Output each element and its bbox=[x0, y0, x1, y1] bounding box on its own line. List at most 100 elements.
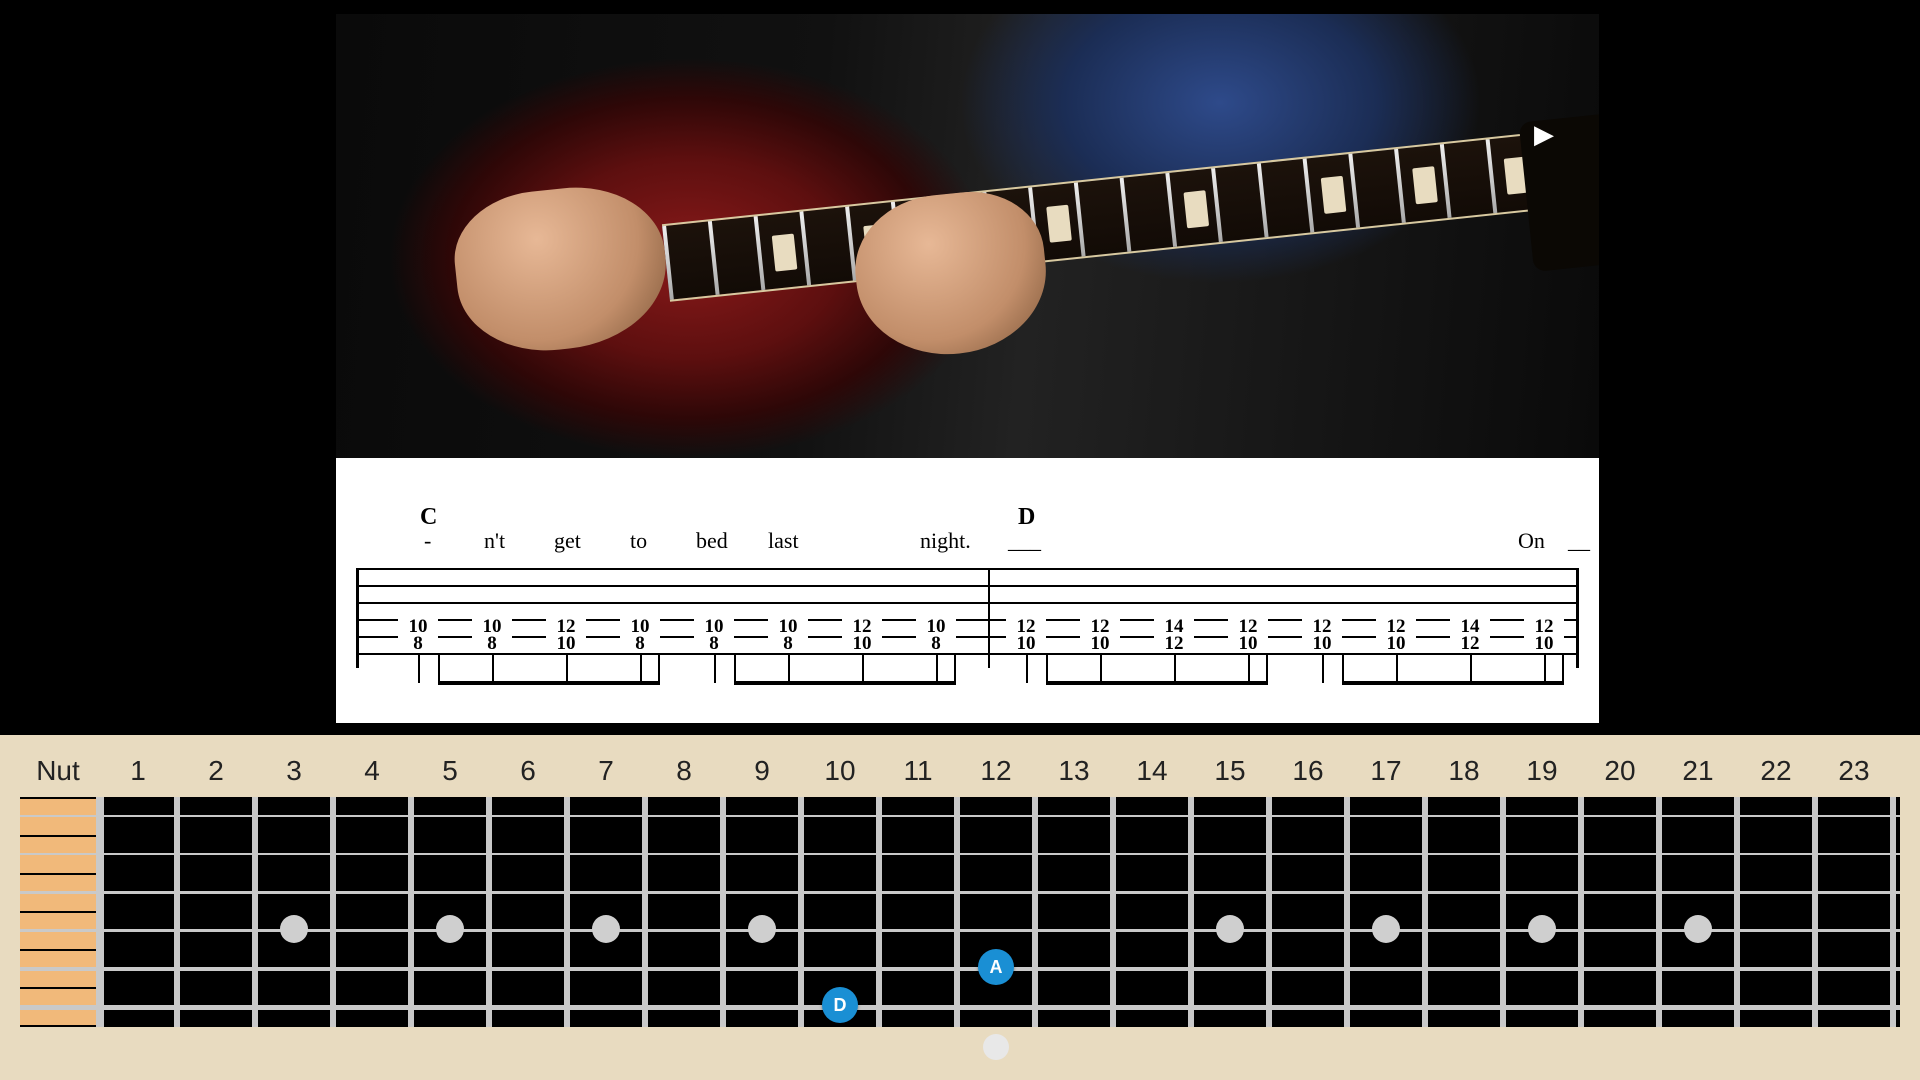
fret-number: 9 bbox=[754, 755, 770, 787]
fret-wire bbox=[330, 797, 336, 1027]
fret-number: 19 bbox=[1526, 755, 1557, 787]
tab-notation-sheet: C D - n't get to bed last night. ___ On __ 1081081… bbox=[336, 458, 1599, 723]
lyric-word: ___ bbox=[1008, 528, 1041, 554]
fretboard-string[interactable] bbox=[20, 967, 1900, 971]
fret-number: 8 bbox=[676, 755, 692, 787]
tab-line bbox=[356, 602, 1579, 604]
fret-marker-dot bbox=[748, 915, 776, 943]
fret-number: 1 bbox=[130, 755, 146, 787]
lyric-word: get bbox=[554, 528, 581, 554]
fret-wire bbox=[1578, 797, 1584, 1027]
fret-wire bbox=[486, 797, 492, 1027]
tab-beam bbox=[734, 653, 956, 685]
fret-wire bbox=[564, 797, 570, 1027]
fret-number: 11 bbox=[903, 755, 932, 787]
fret-number: 14 bbox=[1136, 755, 1167, 787]
fret-number: 23 bbox=[1838, 755, 1869, 787]
lyric-word: bed bbox=[696, 528, 728, 554]
lesson-video-inner: ▶ C D - n't get to bed last night. ___ On __ 10810… bbox=[336, 14, 1599, 723]
fret-number: 21 bbox=[1682, 755, 1713, 787]
tab-beam bbox=[1046, 653, 1268, 685]
interactive-fretboard[interactable]: Nut 123456789101112131415161718192021222… bbox=[0, 735, 1920, 1080]
fret-marker-dot bbox=[280, 915, 308, 943]
open-string-column[interactable] bbox=[20, 797, 96, 1027]
fret-wire bbox=[798, 797, 804, 1027]
fret-wire bbox=[1422, 797, 1428, 1027]
fretboard-string[interactable] bbox=[20, 1005, 1900, 1010]
chord-label: D bbox=[1018, 504, 1035, 531]
fret-number: 3 bbox=[286, 755, 302, 787]
guitar-headstock-graphic bbox=[1519, 106, 1599, 272]
fret-wire bbox=[642, 797, 648, 1027]
fret-wire bbox=[720, 797, 726, 1027]
tab-staff: 1081081210108108108121010812101210141212… bbox=[356, 568, 1579, 668]
lyric-word: last bbox=[768, 528, 799, 554]
fret-wire bbox=[1266, 797, 1272, 1027]
fret-wire bbox=[174, 797, 180, 1027]
fretboard-below-strip bbox=[20, 1027, 1900, 1067]
fret-wire bbox=[1890, 797, 1896, 1027]
fretboard-string[interactable] bbox=[20, 815, 1900, 817]
chord-label: C bbox=[420, 504, 437, 531]
fret-number: 18 bbox=[1448, 755, 1479, 787]
fret-number: 5 bbox=[442, 755, 458, 787]
fret-wire bbox=[1656, 797, 1662, 1027]
fret-wire bbox=[1344, 797, 1350, 1027]
fret-number: 13 bbox=[1058, 755, 1089, 787]
fret-wire bbox=[954, 797, 960, 1027]
fret-marker-bottom bbox=[983, 1034, 1009, 1060]
fret-marker-dot bbox=[1684, 915, 1712, 943]
fret-number: 6 bbox=[520, 755, 536, 787]
lyric-word: night. bbox=[920, 528, 971, 554]
fret-number: 10 bbox=[824, 755, 855, 787]
lyric-word: - bbox=[424, 528, 431, 554]
fretboard-surface[interactable]: AD bbox=[20, 797, 1900, 1027]
tab-stem bbox=[1026, 653, 1028, 683]
fret-wire bbox=[252, 797, 258, 1027]
fret-number: 22 bbox=[1760, 755, 1791, 787]
fret-number: 15 bbox=[1214, 755, 1245, 787]
fret-number: 4 bbox=[364, 755, 380, 787]
lyric-word: n't bbox=[484, 528, 505, 554]
fret-wire bbox=[1812, 797, 1818, 1027]
open-string-cell[interactable] bbox=[20, 799, 96, 835]
fret-number: 2 bbox=[208, 755, 224, 787]
fret-wire bbox=[1188, 797, 1194, 1027]
fret-marker-dot bbox=[1528, 915, 1556, 943]
tab-beam bbox=[1342, 653, 1564, 685]
fret-number: 12 bbox=[980, 755, 1011, 787]
fret-wire bbox=[1500, 797, 1506, 1027]
fret-number: 20 bbox=[1604, 755, 1635, 787]
lyric-word: to bbox=[630, 528, 647, 554]
lyric-word: On bbox=[1518, 528, 1545, 554]
tab-beam bbox=[438, 653, 660, 685]
guitar-neck-graphic bbox=[662, 127, 1595, 302]
fret-number: 7 bbox=[598, 755, 614, 787]
fret-number: 16 bbox=[1292, 755, 1323, 787]
fret-marker-dot bbox=[1216, 915, 1244, 943]
active-note-dot[interactable]: D bbox=[822, 987, 858, 1023]
open-string-cell[interactable] bbox=[20, 837, 96, 873]
picking-hand-graphic bbox=[448, 178, 674, 359]
fret-wire bbox=[1032, 797, 1038, 1027]
tab-line bbox=[356, 568, 1579, 570]
tab-stem bbox=[1322, 653, 1324, 683]
fret-marker-dot bbox=[1372, 915, 1400, 943]
tab-line bbox=[356, 585, 1579, 587]
tab-stem bbox=[714, 653, 716, 683]
guitar-video-frame[interactable]: ▶ bbox=[336, 14, 1599, 458]
fret-wire bbox=[1734, 797, 1740, 1027]
lyric-word: __ bbox=[1568, 528, 1590, 554]
fret-marker-dot bbox=[592, 915, 620, 943]
fret-number-row: 1234567891011121314151617181920212223 bbox=[0, 755, 1920, 795]
nut-wire bbox=[96, 797, 104, 1027]
fretboard-string[interactable] bbox=[20, 853, 1900, 855]
fret-wire bbox=[1110, 797, 1116, 1027]
fret-wire bbox=[876, 797, 882, 1027]
fret-wire bbox=[408, 797, 414, 1027]
fret-number: 17 bbox=[1370, 755, 1401, 787]
active-note-dot[interactable]: A bbox=[978, 949, 1014, 985]
fretboard-string[interactable] bbox=[20, 891, 1900, 894]
lesson-video-pane: ▶ C D - n't get to bed last night. ___ On __ 10810… bbox=[0, 0, 1920, 735]
fret-marker-dot bbox=[436, 915, 464, 943]
